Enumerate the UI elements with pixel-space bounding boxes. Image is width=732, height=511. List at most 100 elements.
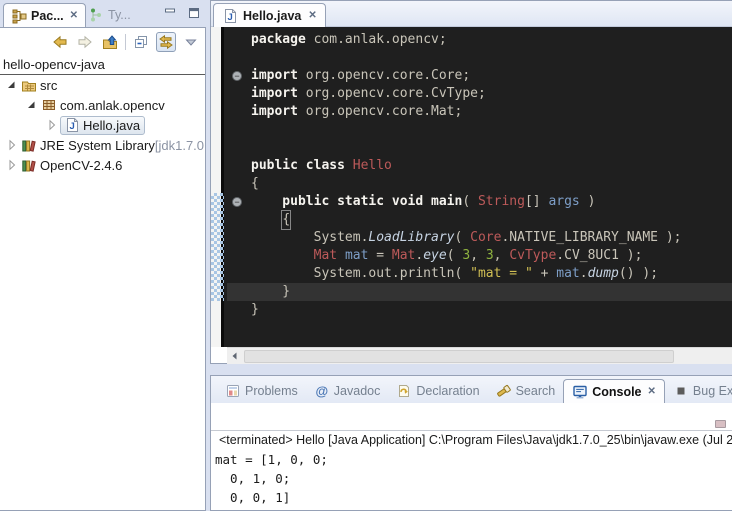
package-explorer-toolbar bbox=[50, 30, 201, 54]
code-token: Mat bbox=[392, 247, 415, 265]
fold-margin bbox=[227, 175, 251, 193]
code-token: [] bbox=[525, 193, 548, 211]
code-line[interactable]: } bbox=[227, 301, 732, 319]
code-token bbox=[337, 247, 345, 265]
tree-item-opencv-2-4-6[interactable]: OpenCV-2.4.6 bbox=[0, 155, 205, 175]
code-token: + bbox=[533, 265, 556, 283]
code-token: import bbox=[251, 103, 298, 121]
code-line[interactable]: System.LoadLibrary( Core.NATIVE_LIBRARY_… bbox=[227, 229, 732, 247]
scroll-left-icon[interactable] bbox=[227, 348, 243, 364]
collapse-all-icon bbox=[133, 34, 149, 50]
code-line[interactable]: System.out.println( "mat = " + mat.dump(… bbox=[227, 265, 732, 283]
arrow-expanded-icon[interactable] bbox=[24, 97, 40, 113]
bottom-tab-declaration[interactable]: Declaration bbox=[388, 379, 487, 403]
scrollbar-thumb[interactable] bbox=[244, 350, 674, 363]
arrow-collapsed-icon[interactable] bbox=[44, 117, 60, 133]
code-line[interactable]: { bbox=[227, 175, 732, 193]
tree-item-project[interactable]: hello-opencv-java bbox=[0, 56, 205, 75]
bottom-tab-bug-explorer[interactable]: Bug Explorer bbox=[665, 379, 732, 403]
bottom-tab-search[interactable]: Search bbox=[488, 379, 564, 403]
code-line[interactable] bbox=[227, 121, 732, 139]
editor-body[interactable]: package com.anlak.opencv;−import org.ope… bbox=[211, 27, 732, 347]
code-token: org.opencv.core.Mat; bbox=[298, 103, 462, 121]
code-area[interactable]: package com.anlak.opencv;−import org.ope… bbox=[227, 27, 732, 347]
tree-item-label: OpenCV-2.4.6 bbox=[40, 158, 122, 173]
code-token: "mat = " bbox=[470, 265, 533, 283]
bottom-tab-problems[interactable]: Problems bbox=[217, 379, 306, 403]
svg-text:J: J bbox=[228, 12, 233, 23]
close-icon[interactable]: ✕ bbox=[306, 10, 316, 21]
code-token: = bbox=[368, 247, 391, 265]
code-token: .NATIVE_LIBRARY_NAME ); bbox=[501, 229, 681, 247]
bottom-tab-label: Declaration bbox=[416, 384, 479, 398]
code-line[interactable]: public class Hello bbox=[227, 157, 732, 175]
bottom-tab-javadoc[interactable]: @Javadoc bbox=[306, 379, 389, 403]
code-line[interactable]: −import org.opencv.core.Core; bbox=[227, 67, 732, 85]
problems-icon bbox=[225, 383, 241, 399]
fold-margin: − bbox=[227, 193, 251, 211]
close-icon[interactable]: ✕ bbox=[646, 386, 656, 397]
svg-text:J: J bbox=[70, 121, 75, 132]
code-line[interactable]: package com.anlak.opencv; bbox=[227, 31, 732, 49]
eclipse-window: Pac...✕Ty... hello-opencv-java srccom.an… bbox=[0, 0, 732, 511]
view-menu-button[interactable] bbox=[181, 32, 201, 52]
view-tab-label: Pac... bbox=[31, 9, 64, 23]
code-line[interactable] bbox=[227, 139, 732, 157]
declaration-icon bbox=[396, 383, 412, 399]
up-icon bbox=[102, 34, 118, 50]
code-token: . bbox=[580, 265, 588, 283]
tree-item-label: com.anlak.opencv bbox=[60, 98, 165, 113]
view-tab-pac[interactable]: Pac... ✕ bbox=[3, 3, 86, 27]
close-icon[interactable]: ✕ bbox=[68, 10, 78, 21]
toolbar-separator bbox=[125, 34, 126, 50]
bottom-tab-label: Problems bbox=[245, 384, 298, 398]
fold-margin bbox=[227, 121, 251, 139]
tree-item-hello-java[interactable]: JHello.java bbox=[0, 115, 205, 135]
code-line[interactable]: import org.opencv.core.CvType; bbox=[227, 85, 732, 103]
code-line[interactable]: Mat mat = Mat.eye( 3, 3, CvType.CV_8UC1 … bbox=[227, 247, 732, 265]
code-line[interactable]: { bbox=[227, 211, 732, 229]
editor-tab-hello-java[interactable]: J Hello.java ✕ bbox=[213, 3, 326, 27]
console-toolbar-button[interactable] bbox=[715, 420, 726, 428]
arrow-collapsed-icon[interactable] bbox=[4, 157, 20, 173]
code-token: Hello bbox=[353, 157, 392, 175]
bottom-tab-console[interactable]: Console✕ bbox=[563, 379, 665, 403]
horizontal-scrollbar[interactable] bbox=[227, 347, 732, 364]
forward-button[interactable] bbox=[75, 32, 95, 52]
code-line[interactable]: − public static void main( String[] args… bbox=[227, 193, 732, 211]
code-token: import bbox=[251, 67, 298, 85]
back-icon bbox=[52, 34, 68, 50]
maximize-button[interactable] bbox=[186, 5, 202, 21]
fold-collapse-icon[interactable]: − bbox=[232, 71, 242, 81]
arrow-collapsed-icon[interactable] bbox=[4, 137, 20, 153]
code-token: } bbox=[251, 283, 290, 301]
code-token: , bbox=[470, 247, 486, 265]
code-line[interactable] bbox=[227, 49, 732, 67]
code-token: 3 bbox=[486, 247, 494, 265]
collapse-all-button[interactable] bbox=[131, 32, 151, 52]
link-with-editor-button[interactable] bbox=[156, 32, 176, 52]
bottom-tabbar: Problems @Javadoc Declaration SearchConsole… bbox=[211, 376, 732, 403]
fold-margin bbox=[227, 103, 251, 121]
back-button[interactable] bbox=[50, 32, 70, 52]
tree-item-src[interactable]: src bbox=[0, 75, 205, 95]
fold-collapse-icon[interactable]: − bbox=[232, 197, 242, 207]
up-button[interactable] bbox=[100, 32, 120, 52]
minimize-button[interactable] bbox=[162, 5, 178, 21]
search-icon bbox=[496, 383, 512, 399]
tree-item-com-anlak-opencv[interactable]: com.anlak.opencv bbox=[0, 95, 205, 115]
tree-item-jre-system-library[interactable]: JRE System Library [jdk1.7.0 bbox=[0, 135, 205, 155]
arrow-expanded-icon[interactable] bbox=[4, 77, 20, 93]
code-token: System. bbox=[251, 229, 368, 247]
code-token: ( bbox=[447, 247, 463, 265]
view-tab-ty[interactable]: Ty... bbox=[81, 3, 138, 27]
bug-icon bbox=[673, 383, 689, 399]
code-token: public class bbox=[251, 157, 353, 175]
javadoc-icon: @ bbox=[314, 383, 330, 399]
code-token: . bbox=[415, 247, 423, 265]
selected-item-box: JHello.java bbox=[60, 116, 145, 135]
annotation-ruler[interactable] bbox=[211, 27, 224, 347]
code-line[interactable]: import org.opencv.core.Mat; bbox=[227, 103, 732, 121]
code-line[interactable]: } bbox=[227, 283, 732, 301]
code-token: org.opencv.core.CvType; bbox=[298, 85, 486, 103]
